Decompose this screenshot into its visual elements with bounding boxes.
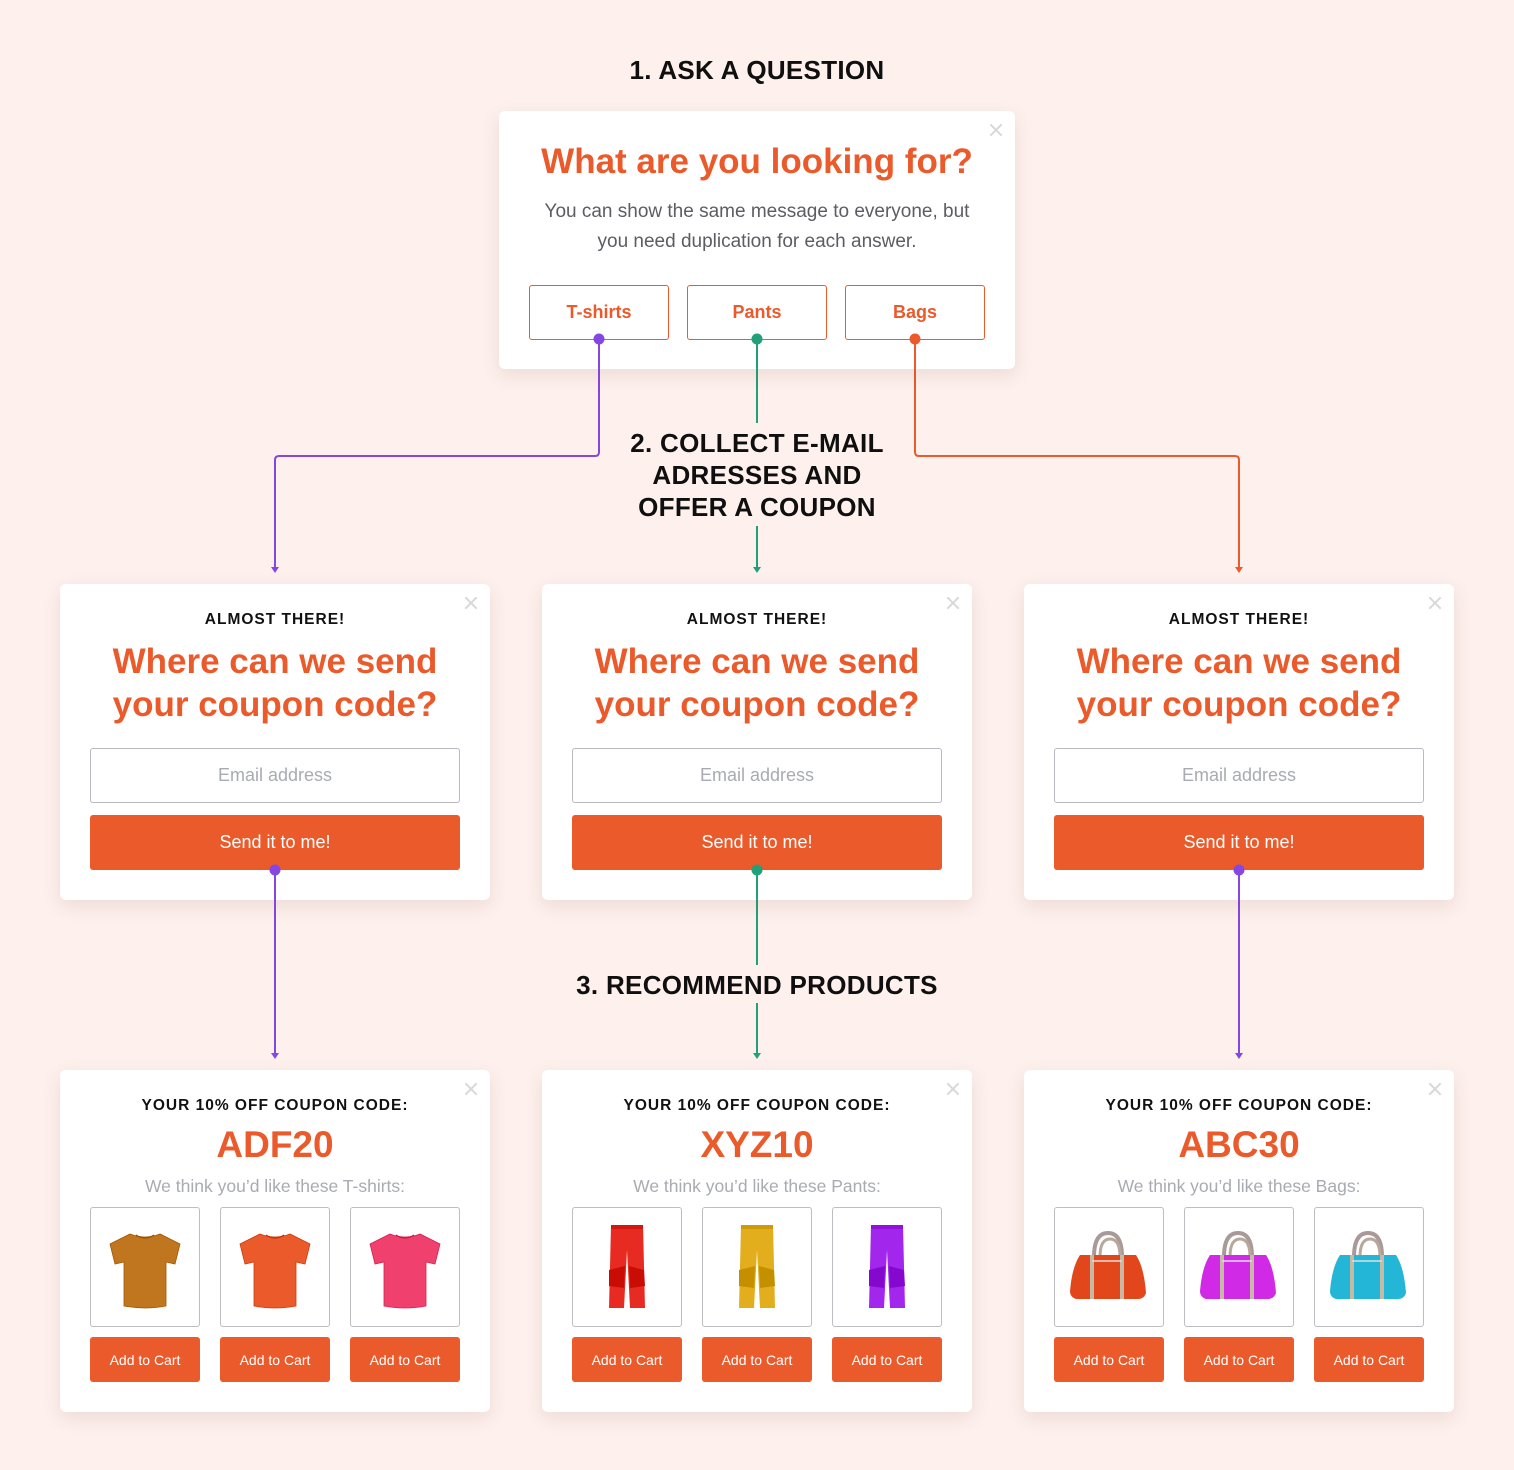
arrow-head-icon	[1235, 1053, 1243, 1059]
coupon-label: YOUR 10% OFF COUPON CODE:	[141, 1097, 409, 1114]
add-to-cart-button[interactable]: Add to Cart	[702, 1337, 812, 1382]
coupon-label: YOUR 10% OFF COUPON CODE:	[623, 1097, 891, 1114]
question-popup: What are you looking for? You can show t…	[499, 111, 1015, 369]
coupon-code: ADF20	[216, 1124, 334, 1165]
bag-image[interactable]	[1054, 1207, 1164, 1327]
send-button[interactable]: Send it to me!	[1054, 815, 1424, 870]
product-item: Add to Cart	[702, 1207, 812, 1382]
eyebrow-text: ALMOST THERE!	[686, 611, 828, 628]
step-2-line: ADRESSES AND	[652, 460, 862, 490]
answer-button-pants[interactable]: Pants	[687, 285, 827, 340]
arrow-head-icon	[753, 567, 761, 573]
product-item: Add to Cart	[1314, 1207, 1424, 1382]
tshirt-illustration	[369, 1233, 441, 1309]
product-row: Add to Cart Add to Cart Add to Cart	[1054, 1207, 1424, 1382]
bag-illustration	[1330, 1230, 1406, 1299]
tshirt-image[interactable]	[220, 1207, 330, 1327]
pants-image[interactable]	[572, 1207, 682, 1327]
email-title: Where can we send your coupon code?	[60, 640, 490, 726]
close-icon[interactable]	[464, 1082, 478, 1096]
close-icon[interactable]	[464, 596, 478, 610]
close-icon[interactable]	[989, 123, 1003, 137]
email-popup-bags: ALMOST THERE! Where can we send your cou…	[1024, 584, 1454, 900]
product-row: Add to Cart Add to Cart Add to Cart	[90, 1207, 460, 1382]
add-to-cart-button[interactable]: Add to Cart	[1054, 1337, 1164, 1382]
product-item: Add to Cart	[1054, 1207, 1164, 1382]
step-3-heading: 3. RECOMMEND PRODUCTS	[576, 970, 938, 1000]
email-title-line: your coupon code?	[1076, 685, 1402, 724]
coupon-label: YOUR 10% OFF COUPON CODE:	[1105, 1097, 1373, 1114]
add-to-cart-button[interactable]: Add to Cart	[350, 1337, 460, 1382]
eyebrow-text: ALMOST THERE!	[204, 611, 346, 628]
pants-illustration	[609, 1225, 645, 1308]
tshirt-image[interactable]	[350, 1207, 460, 1327]
bag-illustration	[1200, 1230, 1276, 1299]
email-input[interactable]	[90, 748, 460, 803]
recommend-text: We think you’d like these Pants:	[633, 1176, 881, 1196]
question-subtitle: You can show the same message to everyon…	[544, 201, 970, 252]
coupon-code: ABC30	[1178, 1124, 1300, 1165]
add-to-cart-button[interactable]: Add to Cart	[1314, 1337, 1424, 1382]
product-item: Add to Cart	[1184, 1207, 1294, 1382]
email-popup-tshirts: ALMOST THERE! Where can we send your cou…	[60, 584, 490, 900]
product-row: Add to Cart Add to Cart Add to Cart	[572, 1207, 942, 1382]
recommend-text: We think you’d like these Bags:	[1117, 1176, 1361, 1196]
product-item: Add to Cart	[572, 1207, 682, 1382]
email-title-line: Where can we send	[594, 642, 920, 681]
close-icon[interactable]	[946, 596, 960, 610]
coupon-code: XYZ10	[700, 1124, 814, 1165]
email-title-line: your coupon code?	[112, 685, 438, 724]
answer-button-tshirts[interactable]: T-shirts	[529, 285, 669, 340]
email-input[interactable]	[1054, 748, 1424, 803]
step-2-line: 2. COLLECT E-MAIL	[630, 428, 884, 458]
email-title: Where can we send your coupon code?	[542, 640, 972, 726]
tshirt-illustration	[239, 1233, 311, 1309]
bag-illustration	[1070, 1230, 1146, 1299]
pants-image[interactable]	[832, 1207, 942, 1327]
tshirt-image[interactable]	[90, 1207, 200, 1327]
close-icon[interactable]	[946, 1082, 960, 1096]
product-item: Add to Cart	[220, 1207, 330, 1382]
tshirt-illustration	[109, 1233, 181, 1309]
pants-illustration	[869, 1225, 905, 1308]
step-2-line: OFFER A COUPON	[638, 492, 876, 522]
add-to-cart-button[interactable]: Add to Cart	[572, 1337, 682, 1382]
add-to-cart-button[interactable]: Add to Cart	[220, 1337, 330, 1382]
product-item: Add to Cart	[832, 1207, 942, 1382]
add-to-cart-button[interactable]: Add to Cart	[1184, 1337, 1294, 1382]
email-title-line: your coupon code?	[594, 685, 920, 724]
product-item: Add to Cart	[90, 1207, 200, 1382]
email-input[interactable]	[572, 748, 942, 803]
recommend-text: We think you’d like these T-shirts:	[144, 1176, 406, 1196]
close-icon[interactable]	[1428, 1082, 1442, 1096]
product-item: Add to Cart	[350, 1207, 460, 1382]
products-popup-tshirts: YOUR 10% OFF COUPON CODE: ADF20 We think…	[60, 1070, 490, 1412]
answer-options: T-shirts Pants Bags	[529, 285, 985, 340]
arrow-head-icon	[271, 567, 279, 573]
bag-image[interactable]	[1314, 1207, 1424, 1327]
email-title: Where can we send your coupon code?	[1024, 640, 1454, 726]
answer-button-bags[interactable]: Bags	[845, 285, 985, 340]
email-title-line: Where can we send	[1076, 642, 1402, 681]
question-title: What are you looking for?	[541, 142, 973, 181]
email-title-line: Where can we send	[112, 642, 438, 681]
email-popup-pants: ALMOST THERE! Where can we send your cou…	[542, 584, 972, 900]
eyebrow-text: ALMOST THERE!	[1168, 611, 1310, 628]
close-icon[interactable]	[1428, 596, 1442, 610]
step-2-heading: 2. COLLECT E-MAIL ADRESSES AND OFFER A C…	[0, 427, 1514, 523]
step-1-heading: 1. ASK A QUESTION	[629, 55, 885, 85]
arrow-head-icon	[1235, 567, 1243, 573]
bag-image[interactable]	[1184, 1207, 1294, 1327]
arrow-head-icon	[753, 1053, 761, 1059]
pants-illustration	[739, 1225, 775, 1308]
pants-image[interactable]	[702, 1207, 812, 1327]
arrow-head-icon	[271, 1053, 279, 1059]
add-to-cart-button[interactable]: Add to Cart	[90, 1337, 200, 1382]
add-to-cart-button[interactable]: Add to Cart	[832, 1337, 942, 1382]
products-popup-bags: YOUR 10% OFF COUPON CODE: ABC30 We think…	[1024, 1070, 1454, 1412]
send-button[interactable]: Send it to me!	[572, 815, 942, 870]
products-popup-pants: YOUR 10% OFF COUPON CODE: XYZ10 We think…	[542, 1070, 972, 1412]
send-button[interactable]: Send it to me!	[90, 815, 460, 870]
